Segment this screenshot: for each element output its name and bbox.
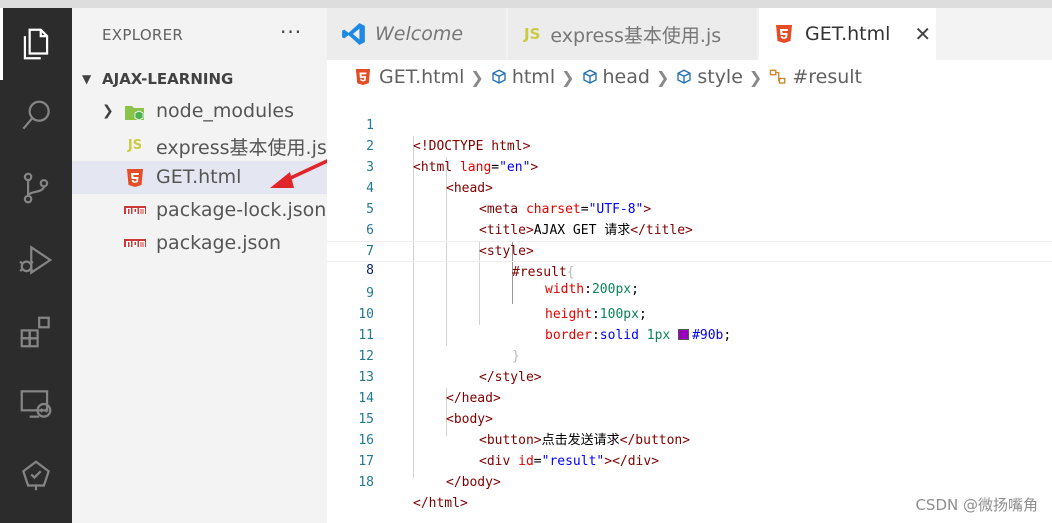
code-line: 2 <html lang="en"> [327,115,1052,175]
code-line: 11 } [327,304,1052,364]
testing-activity-button[interactable] [0,440,72,512]
close-icon[interactable]: ✕ [914,22,931,46]
code-line: 12 </style> [327,325,1052,385]
breadcrumb-item-file[interactable]: GET.html [355,66,464,88]
remote-explorer-icon [20,390,52,418]
tab-label: express基本使用.js [550,24,722,47]
run-debug-icon [19,245,53,275]
code-line: 3 <head> [327,136,1052,196]
html5-file-icon [355,69,371,85]
tab-get-html[interactable]: GET.html ✕ [759,8,937,60]
code-line: 17 </body> [327,430,1052,490]
tree-item-node-modules[interactable]: ❯ node_modules [72,95,327,128]
js-file-icon: JS [524,25,541,43]
code-line-current: 8 width:200px; [327,241,1052,297]
beaker-check-icon [22,460,50,491]
code-line: 4 <meta charset="UTF-8"> [327,157,1052,217]
breadcrumb-item-head[interactable]: head [581,66,650,88]
npm-file-icon [124,200,146,222]
code-line: 13 </head> [327,346,1052,406]
code-line: 14 <body> [327,367,1052,427]
tree-item-label: GET.html [156,166,242,188]
chevron-right-icon: ❯ [655,67,670,87]
breadcrumb-item-html[interactable]: html [490,66,555,88]
html5-file-icon [124,167,146,189]
explorer-activity-button[interactable] [0,8,72,80]
code-line: 15 <button>点击发送请求</button> [327,388,1052,448]
npm-file-icon [124,233,146,255]
cube-icon [677,69,692,84]
html5-file-icon [776,25,792,43]
workspace-root-label: AJAX-LEARNING [102,70,234,88]
remote-explorer-activity-button[interactable] [0,368,72,440]
files-icon [23,28,49,60]
chevron-right-icon: ❯ [561,67,575,87]
line-number: 18 [358,475,374,490]
search-icon [22,100,50,130]
search-activity-button[interactable] [0,80,72,152]
source-control-icon [23,172,49,204]
workspace-root[interactable]: ▼ AJAX-LEARNING [72,66,327,92]
top-strip [0,0,1052,8]
chevron-right-icon: ❯ [470,67,484,87]
tab-express-js[interactable]: JS express基本使用.js [508,8,758,60]
chevron-down-icon: ▼ [82,72,92,86]
code-line: 5 <title>AJAX GET 请求</title> [327,178,1052,238]
breadcrumb: GET.html ❯ html ❯ head ❯ style ❯ #result [327,60,1052,94]
chevron-right-icon: ❯ [102,103,114,119]
code-line: 18 </html> [327,451,1052,511]
code-editor[interactable]: 1 <!DOCTYPE html> 2 <html lang="en"> 3 <… [327,94,1052,523]
code-line: 6 <style> [327,199,1052,259]
code-line: 1 <!DOCTYPE html> [327,94,1052,154]
cube-icon [582,69,597,84]
tab-label: Welcome [375,23,464,45]
source-control-activity-button[interactable] [0,152,72,224]
tree-item-label: package-lock.json [156,199,327,221]
chevron-right-icon: ❯ [748,67,763,87]
run-debug-activity-button[interactable] [0,224,72,296]
editor-tab-bar: Welcome JS express基本使用.js GET.html ✕ [327,8,1052,60]
code-line: 16 <div id="result"></div> [327,409,1052,469]
watermark: CSDN @微扬嘴角 [915,496,1038,514]
js-file-icon: JS [127,137,143,153]
tree-item-package-json[interactable]: package.json [72,227,327,260]
css-selector-icon [770,69,786,84]
tab-label: GET.html [805,23,891,45]
vscode-logo-icon [342,23,365,45]
node-folder-icon [124,101,146,123]
tree-item-label: node_modules [156,100,295,122]
more-actions-icon[interactable]: ··· [280,20,302,44]
extensions-activity-button[interactable] [0,296,72,368]
tab-welcome[interactable]: Welcome [327,8,507,60]
explorer-sidebar: EXPLORER ··· ▼ AJAX-LEARNING ❯ node_modu… [72,8,327,523]
cube-icon [492,69,506,84]
extensions-icon [20,316,50,348]
activity-bar [0,8,72,523]
breadcrumb-item-style[interactable]: style [675,66,743,88]
code-line: 7 #result{ [327,220,1052,280]
breadcrumb-item-selector[interactable]: #result [768,66,862,88]
code-line: 9 height:100px; [327,262,1052,322]
tree-item-label: package.json [156,232,282,254]
explorer-title: EXPLORER [102,26,184,44]
code-line: 10 border:solid 1px #90b; [327,283,1052,343]
